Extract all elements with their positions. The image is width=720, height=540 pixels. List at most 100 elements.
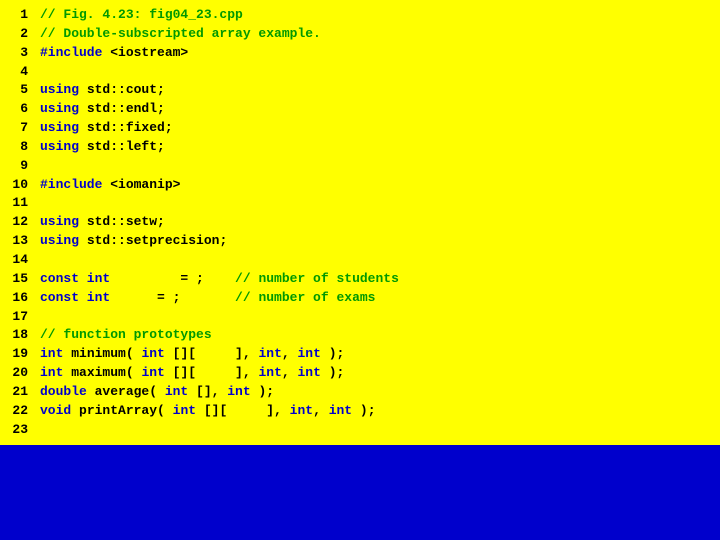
token-keyword: int bbox=[40, 365, 71, 380]
token-identifier: std::setprecision bbox=[87, 233, 220, 248]
code-line: 12using std::setw; bbox=[0, 213, 720, 232]
line-number: 22 bbox=[0, 402, 40, 421]
token-identifier: std::setw bbox=[87, 214, 157, 229]
line-number: 8 bbox=[0, 138, 40, 157]
token-keyword: using bbox=[40, 139, 87, 154]
line-code: using std::setprecision; bbox=[40, 232, 720, 251]
code-line: 10#include <iomanip> bbox=[0, 176, 720, 195]
line-number: 23 bbox=[0, 421, 40, 440]
token-identifier: <iostream> bbox=[110, 45, 188, 60]
token-plain: ; bbox=[165, 120, 173, 135]
token-keyword: int bbox=[227, 384, 250, 399]
code-line: 23 bbox=[0, 421, 720, 440]
token-identifier: maximum bbox=[71, 365, 126, 380]
code-line: 1// Fig. 4.23: fig04_23.cpp bbox=[0, 6, 720, 25]
line-number: 11 bbox=[0, 194, 40, 213]
token-keyword: int bbox=[173, 403, 196, 418]
token-plain: ); bbox=[321, 365, 344, 380]
line-number: 15 bbox=[0, 270, 40, 289]
token-keyword: using bbox=[40, 233, 87, 248]
token-plain: ; bbox=[157, 82, 165, 97]
line-number: 14 bbox=[0, 251, 40, 270]
code-line: 18// function prototypes bbox=[0, 326, 720, 345]
code-line: 22void printArray( int [][ ], int, int )… bbox=[0, 402, 720, 421]
code-line: 6using std::endl; bbox=[0, 100, 720, 119]
token-keyword: #include bbox=[40, 177, 110, 192]
line-number: 12 bbox=[0, 213, 40, 232]
code-line: 16const int = ; // number of exams bbox=[0, 289, 720, 308]
token-plain: [][ ], bbox=[165, 365, 259, 380]
line-number: 7 bbox=[0, 119, 40, 138]
token-keyword: int bbox=[297, 365, 320, 380]
token-keyword: int bbox=[40, 346, 71, 361]
token-keyword: int bbox=[141, 346, 164, 361]
token-keyword: #include bbox=[40, 45, 110, 60]
token-plain: ; bbox=[219, 233, 227, 248]
token-comment: // function prototypes bbox=[40, 327, 212, 342]
token-identifier: std::cout bbox=[87, 82, 157, 97]
line-code: double average( int [], int ); bbox=[40, 383, 720, 402]
code-line: 4 bbox=[0, 63, 720, 82]
line-number: 5 bbox=[0, 81, 40, 100]
token-comment: // number of students bbox=[235, 271, 399, 286]
line-number: 20 bbox=[0, 364, 40, 383]
token-comment: // Fig. 4.23: fig04_23.cpp bbox=[40, 7, 243, 22]
token-plain: ; bbox=[157, 214, 165, 229]
line-number: 10 bbox=[0, 176, 40, 195]
line-code: int maximum( int [][ ], int, int ); bbox=[40, 364, 720, 383]
token-keyword: const int bbox=[40, 271, 118, 286]
token-keyword: void bbox=[40, 403, 79, 418]
line-number: 18 bbox=[0, 326, 40, 345]
token-comment: // number of exams bbox=[235, 290, 375, 305]
token-identifier: std::endl bbox=[87, 101, 157, 116]
code-line: 2// Double-subscripted array example. bbox=[0, 25, 720, 44]
line-number: 21 bbox=[0, 383, 40, 402]
token-keyword: using bbox=[40, 214, 87, 229]
token-comment: // Double-subscripted array example. bbox=[40, 26, 321, 41]
token-keyword: double bbox=[40, 384, 95, 399]
token-keyword: int bbox=[329, 403, 352, 418]
line-code: void printArray( int [][ ], int, int ); bbox=[40, 402, 720, 421]
token-identifier: average bbox=[95, 384, 150, 399]
token-keyword: int bbox=[258, 365, 281, 380]
code-line: 20int maximum( int [][ ], int, int ); bbox=[0, 364, 720, 383]
line-code: using std::left; bbox=[40, 138, 720, 157]
token-keyword: int bbox=[258, 346, 281, 361]
token-plain: ( bbox=[126, 346, 142, 361]
code-line: 7using std::fixed; bbox=[0, 119, 720, 138]
line-code: // function prototypes bbox=[40, 326, 720, 345]
token-plain: [][ ], bbox=[196, 403, 290, 418]
token-keyword: int bbox=[165, 384, 188, 399]
token-plain: ; bbox=[157, 139, 165, 154]
code-line: 3#include <iostream> bbox=[0, 44, 720, 63]
token-plain: = ; bbox=[118, 290, 235, 305]
token-keyword: using bbox=[40, 120, 87, 135]
line-number: 19 bbox=[0, 345, 40, 364]
token-plain: = ; bbox=[118, 271, 235, 286]
code-line: 17 bbox=[0, 308, 720, 327]
line-code: using std::fixed; bbox=[40, 119, 720, 138]
token-keyword: const int bbox=[40, 290, 118, 305]
token-identifier: std::left bbox=[87, 139, 157, 154]
line-code: using std::endl; bbox=[40, 100, 720, 119]
token-identifier: printArray bbox=[79, 403, 157, 418]
line-number: 16 bbox=[0, 289, 40, 308]
token-keyword: using bbox=[40, 101, 87, 116]
line-code: using std::cout; bbox=[40, 81, 720, 100]
line-code: const int = ; // number of students bbox=[40, 270, 720, 289]
token-keyword: int bbox=[297, 346, 320, 361]
code-line: 14 bbox=[0, 251, 720, 270]
token-plain: , bbox=[313, 403, 329, 418]
line-number: 13 bbox=[0, 232, 40, 251]
line-code: // Fig. 4.23: fig04_23.cpp bbox=[40, 6, 720, 25]
code-line: 5using std::cout; bbox=[0, 81, 720, 100]
line-code: using std::setw; bbox=[40, 213, 720, 232]
token-plain: [], bbox=[188, 384, 227, 399]
token-plain: , bbox=[282, 346, 298, 361]
line-number: 3 bbox=[0, 44, 40, 63]
line-number: 9 bbox=[0, 157, 40, 176]
code-line: 8using std::left; bbox=[0, 138, 720, 157]
token-keyword: int bbox=[290, 403, 313, 418]
token-identifier: std::fixed bbox=[87, 120, 165, 135]
line-number: 6 bbox=[0, 100, 40, 119]
